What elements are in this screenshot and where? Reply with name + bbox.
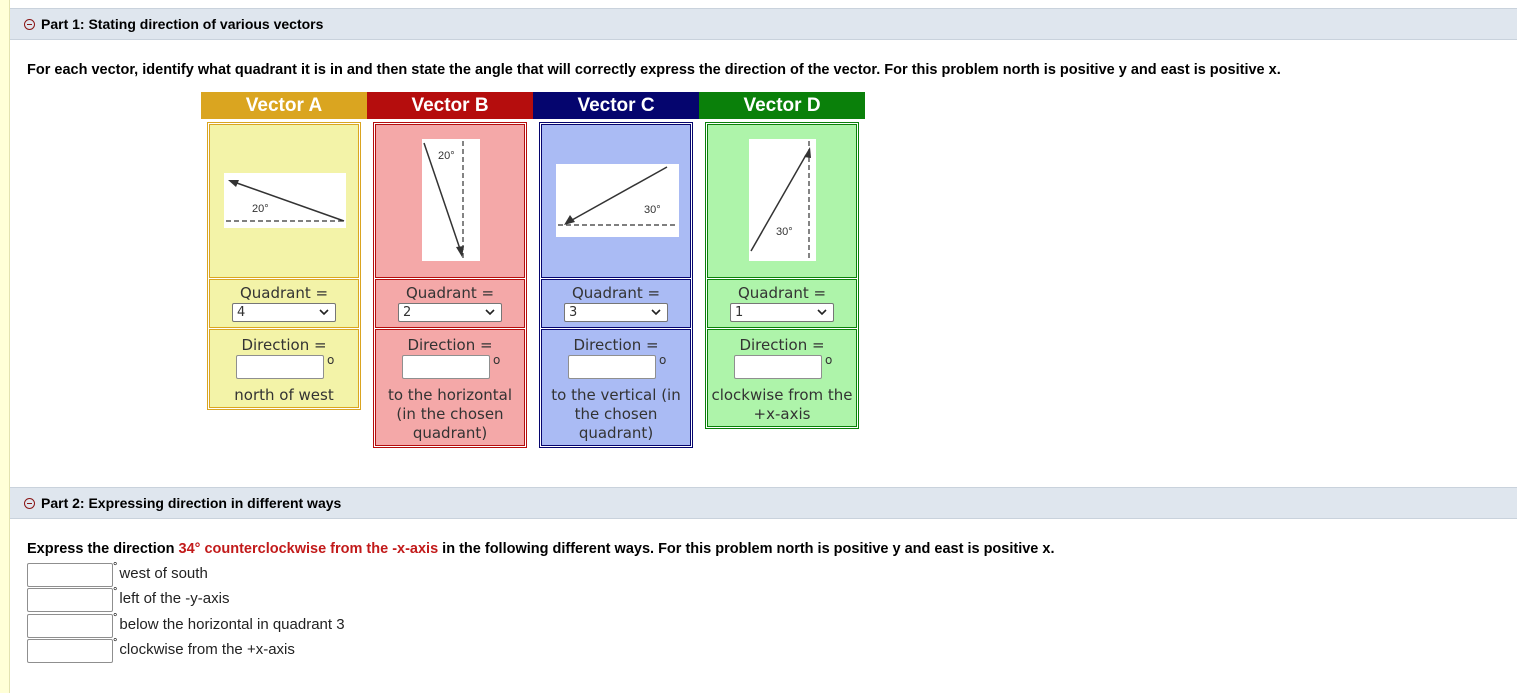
- west-of-south-input[interactable]: [27, 563, 113, 587]
- direction-suffix: to the horizontal (in the chosen quadran…: [387, 386, 513, 442]
- answer-label: left of the -y-axis: [119, 590, 230, 607]
- vector-a-diagram: 20°: [224, 173, 346, 228]
- quadrant-selected-value: 2: [403, 305, 412, 320]
- collapse-toggle-icon[interactable]: [24, 497, 35, 509]
- vector-c-image-box: 30°: [541, 124, 691, 278]
- vector-b-diagram: 20°: [422, 139, 480, 261]
- degree-symbol: °: [113, 561, 118, 573]
- degree-symbol: °: [113, 612, 118, 624]
- part1-instruction: For each vector, identify what quadrant …: [27, 62, 1281, 78]
- vector-b-header: Vector B: [367, 92, 533, 119]
- clockwise-from-pos-x-input[interactable]: [27, 639, 113, 663]
- answer-row: ° below the horizontal in quadrant 3: [27, 612, 345, 638]
- answer-label: west of south: [119, 565, 208, 582]
- arrowhead-icon: [804, 147, 811, 158]
- vector-b-direction-input[interactable]: [402, 355, 490, 379]
- vector-c-column: Vector C 30° Quadrant = 3 Direction = o …: [533, 92, 699, 448]
- direction-suffix: clockwise from the +x-axis: [711, 386, 853, 423]
- quadrant-label: Quadrant =: [239, 284, 329, 302]
- chevron-down-icon: [817, 309, 827, 316]
- collapse-toggle-icon[interactable]: [24, 18, 35, 30]
- vector-a-quadrant-select[interactable]: 4: [232, 303, 336, 322]
- vector-d-column: Vector D 30° Quadrant = 1 Direction = o …: [699, 92, 865, 429]
- vector-a-direction-input[interactable]: [236, 355, 324, 379]
- vector-b-direction-box: Direction = o to the horizontal (in the …: [375, 329, 525, 446]
- vector-a-angle-label: 20°: [252, 203, 269, 215]
- vector-c-quadrant-box: Quadrant = 3: [541, 279, 691, 328]
- left-margin-bar: [0, 0, 10, 693]
- vector-a-image-box: 20°: [209, 124, 359, 278]
- vector-a-direction-box: Direction = o north of west: [209, 329, 359, 408]
- below-horizontal-q3-input[interactable]: [27, 614, 113, 638]
- chevron-down-icon: [485, 309, 495, 316]
- vector-a-header: Vector A: [201, 92, 367, 119]
- instruction-suffix: in the following different ways. For thi…: [438, 541, 1055, 557]
- answer-label: clockwise from the +x-axis: [119, 641, 295, 658]
- direction-label: Direction =: [739, 336, 825, 354]
- vector-c-panel: 30° Quadrant = 3 Direction = o to the ve…: [539, 122, 693, 448]
- left-of-neg-y-axis-input[interactable]: [27, 588, 113, 612]
- degree-symbol: °: [113, 586, 118, 598]
- vector-b-quadrant-box: Quadrant = 2: [375, 279, 525, 328]
- vector-a-panel: 20° Quadrant = 4 Direction = o north of …: [207, 122, 361, 410]
- quadrant-selected-value: 1: [735, 305, 744, 320]
- instruction-highlight: 34° counterclockwise from the -x-axis: [178, 541, 439, 557]
- part2-title: Part 2: Expressing direction in differen…: [41, 495, 342, 511]
- vector-a-quadrant-box: Quadrant = 4: [209, 279, 359, 328]
- vector-c-angle-label: 30°: [644, 204, 661, 216]
- degree-symbol: o: [659, 353, 667, 367]
- quadrant-selected-value: 4: [237, 305, 246, 320]
- vector-b-angle-label: 20°: [438, 150, 455, 162]
- degree-symbol: o: [493, 353, 501, 367]
- vector-d-diagram: 30°: [749, 139, 816, 261]
- vector-c-diagram: 30°: [556, 164, 679, 237]
- chevron-down-icon: [651, 309, 661, 316]
- vector-c-direction-input[interactable]: [568, 355, 656, 379]
- quadrant-label: Quadrant =: [405, 284, 495, 302]
- vector-d-image-box: 30°: [707, 124, 857, 278]
- vector-d-panel: 30° Quadrant = 1 Direction = o clockwise…: [705, 122, 859, 429]
- vector-d-direction-input[interactable]: [734, 355, 822, 379]
- instruction-prefix: Express the direction: [27, 541, 179, 557]
- vector-d-quadrant-box: Quadrant = 1: [707, 279, 857, 328]
- vector-b-image-box: 20°: [375, 124, 525, 278]
- part2-header[interactable]: Part 2: Expressing direction in differen…: [10, 487, 1517, 519]
- direction-suffix: to the vertical (in the chosen quadrant): [551, 386, 681, 442]
- part1-header[interactable]: Part 1: Stating direction of various vec…: [10, 8, 1517, 40]
- vector-d-quadrant-select[interactable]: 1: [730, 303, 834, 322]
- direction-label: Direction =: [573, 336, 659, 354]
- degree-symbol: o: [327, 353, 335, 367]
- arrowhead-icon: [228, 180, 239, 187]
- vector-a-column: Vector A 20° Quadrant = 4 Direction = o …: [201, 92, 367, 410]
- vector-d-direction-box: Direction = o clockwise from the +x-axis: [707, 329, 857, 427]
- vector-b-panel: 20° Quadrant = 2 Direction = o to the ho…: [373, 122, 527, 448]
- quadrant-selected-value: 3: [569, 305, 578, 320]
- answer-row: ° west of south: [27, 561, 208, 587]
- vector-b-column: Vector B 20° Quadrant = 2 Direction = o …: [367, 92, 533, 448]
- part1-title: Part 1: Stating direction of various vec…: [41, 16, 324, 32]
- degree-symbol: o: [825, 353, 833, 367]
- answer-row: ° left of the -y-axis: [27, 586, 230, 612]
- part2-instruction: Express the direction 34° counterclockwi…: [27, 541, 1055, 557]
- vector-c-header: Vector C: [533, 92, 699, 119]
- vector-b-quadrant-select[interactable]: 2: [398, 303, 502, 322]
- direction-label: Direction =: [241, 336, 327, 354]
- answer-label: below the horizontal in quadrant 3: [119, 616, 345, 633]
- vector-c-quadrant-select[interactable]: 3: [564, 303, 668, 322]
- vector-d-angle-label: 30°: [776, 226, 793, 238]
- degree-symbol: °: [113, 637, 118, 649]
- quadrant-label: Quadrant =: [571, 284, 661, 302]
- arrowhead-icon: [564, 215, 575, 225]
- direction-suffix: north of west: [234, 386, 334, 404]
- quadrant-label: Quadrant =: [737, 284, 827, 302]
- vector-c-direction-box: Direction = o to the vertical (in the ch…: [541, 329, 691, 446]
- direction-label: Direction =: [407, 336, 493, 354]
- answer-row: ° clockwise from the +x-axis: [27, 637, 295, 663]
- vector-d-header: Vector D: [699, 92, 865, 119]
- chevron-down-icon: [319, 309, 329, 316]
